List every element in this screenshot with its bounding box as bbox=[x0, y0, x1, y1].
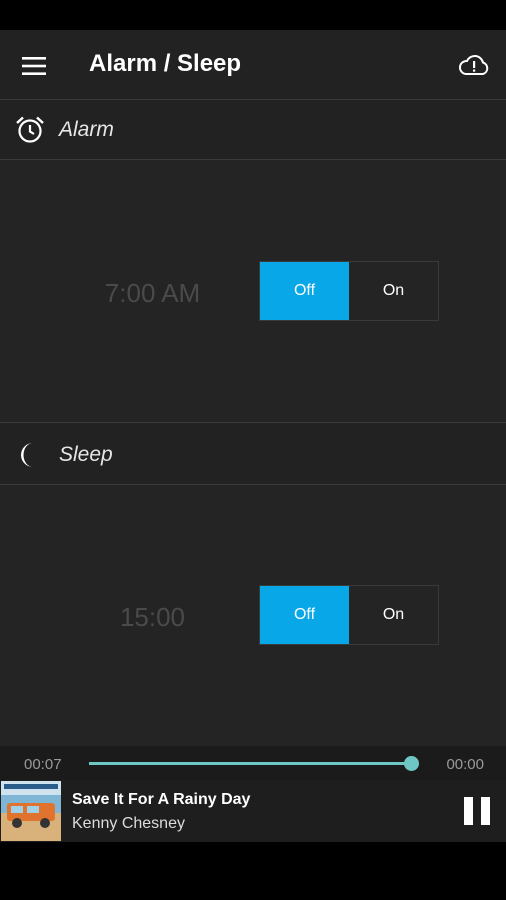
sleep-label: Sleep bbox=[59, 443, 113, 466]
seek-bar-fill bbox=[89, 762, 412, 765]
page-title: Alarm / Sleep bbox=[89, 50, 242, 77]
alarm-toggle: Off On bbox=[259, 261, 439, 321]
remaining-time: 00:00 bbox=[446, 756, 484, 773]
mini-player: 00:07 00:00 Save It For A Rainy Day Kenn… bbox=[0, 746, 506, 842]
pause-icon-bar bbox=[481, 797, 490, 825]
cloud-alert-icon bbox=[459, 55, 489, 75]
now-playing-bar[interactable]: Save It For A Rainy Day Kenny Chesney bbox=[0, 780, 506, 842]
alarm-section-header: Alarm bbox=[0, 100, 506, 160]
sleep-time[interactable]: 15:00 bbox=[60, 602, 245, 633]
alarm-section-body: 7:00 AM Off On bbox=[0, 160, 506, 422]
status-bar bbox=[0, 0, 506, 30]
alarm-clock-icon bbox=[16, 116, 44, 143]
sleep-section-header: Sleep bbox=[0, 425, 506, 485]
alarm-label: Alarm bbox=[59, 118, 114, 141]
elapsed-time: 00:07 bbox=[24, 756, 62, 773]
album-art[interactable] bbox=[1, 781, 61, 841]
hamburger-menu-icon bbox=[22, 57, 46, 75]
divider bbox=[0, 422, 506, 423]
pause-button[interactable] bbox=[464, 797, 490, 825]
seek-thumb[interactable] bbox=[404, 756, 420, 771]
song-title: Save It For A Rainy Day bbox=[72, 791, 251, 808]
app-bar: Alarm / Sleep bbox=[0, 30, 506, 100]
alarm-on-button[interactable]: On bbox=[349, 262, 438, 320]
sleep-toggle: Off On bbox=[259, 585, 439, 645]
navigation-bar bbox=[0, 842, 506, 900]
menu-button[interactable] bbox=[14, 46, 54, 86]
sleep-on-button[interactable]: On bbox=[349, 586, 438, 644]
moon-icon bbox=[21, 443, 33, 467]
sleep-off-button[interactable]: Off bbox=[260, 586, 349, 644]
pause-icon bbox=[464, 797, 473, 825]
alarm-time[interactable]: 7:00 AM bbox=[60, 278, 245, 309]
album-art-image bbox=[1, 781, 61, 841]
cloud-button[interactable] bbox=[454, 48, 494, 82]
alarm-off-button[interactable]: Off bbox=[260, 262, 349, 320]
artist-name: Kenny Chesney bbox=[72, 815, 185, 832]
sleep-section-body: 15:00 Off On bbox=[0, 485, 506, 746]
seek-bar[interactable] bbox=[89, 762, 418, 765]
